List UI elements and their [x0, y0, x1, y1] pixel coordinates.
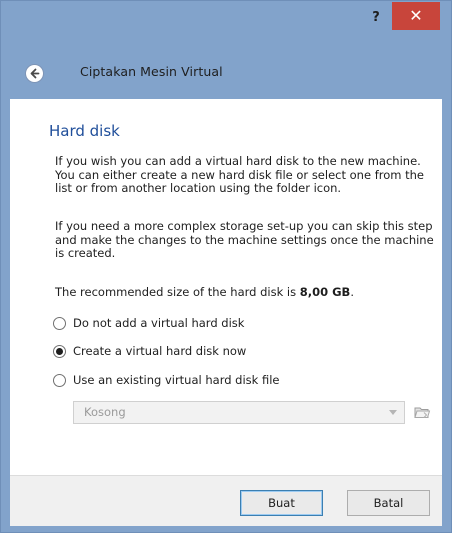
disk-file-select-value: Kosong	[84, 405, 126, 419]
storage-hint-text: If you need a more complex storage set-u…	[55, 219, 434, 260]
option-no-disk-label: Do not add a virtual hard disk	[73, 316, 245, 330]
page-title: Hard disk	[49, 122, 120, 140]
create-button[interactable]: Buat	[240, 490, 323, 516]
recommended-size-text: The recommended size of the hard disk is…	[55, 285, 435, 300]
wizard-window: ? ✕ Ciptakan Mesin Virtual Hard disk If …	[0, 0, 452, 533]
option-no-disk[interactable]: Do not add a virtual hard disk	[53, 314, 244, 332]
disk-file-select[interactable]: Kosong	[73, 401, 405, 424]
option-existing-disk-label: Use an existing virtual hard disk file	[73, 373, 280, 387]
radio-create-disk[interactable]	[53, 344, 66, 358]
wizard-header: Ciptakan Mesin Virtual	[1, 59, 451, 95]
recommended-prefix: The recommended size of the hard disk is	[55, 285, 300, 299]
button-bar: Buat Batal	[10, 475, 442, 526]
help-button[interactable]: ?	[365, 7, 387, 29]
close-button[interactable]: ✕	[392, 2, 440, 30]
radio-no-disk[interactable]	[53, 316, 66, 330]
radio-selected-dot	[56, 347, 63, 355]
close-icon: ✕	[409, 6, 423, 25]
folder-icon	[414, 407, 431, 418]
recommended-suffix: .	[350, 285, 354, 299]
option-create-disk[interactable]: Create a virtual hard disk now	[53, 342, 246, 360]
cancel-button[interactable]: Batal	[347, 490, 430, 516]
option-existing-disk[interactable]: Use an existing virtual hard disk file	[53, 371, 280, 389]
radio-existing-disk[interactable]	[53, 373, 66, 387]
wizard-page: Hard disk If you wish you can add a virt…	[10, 99, 442, 475]
recommended-size-value: 8,00 GB	[299, 285, 351, 299]
wizard-title: Ciptakan Mesin Virtual	[80, 64, 223, 79]
chevron-down-icon	[389, 410, 397, 415]
intro-text: If you wish you can add a virtual hard d…	[55, 154, 424, 195]
back-arrow-icon	[30, 68, 40, 79]
title-bar: ? ✕	[1, 1, 451, 43]
choose-file-button[interactable]	[413, 403, 431, 421]
option-create-disk-label: Create a virtual hard disk now	[73, 344, 247, 358]
back-button[interactable]	[26, 65, 43, 82]
